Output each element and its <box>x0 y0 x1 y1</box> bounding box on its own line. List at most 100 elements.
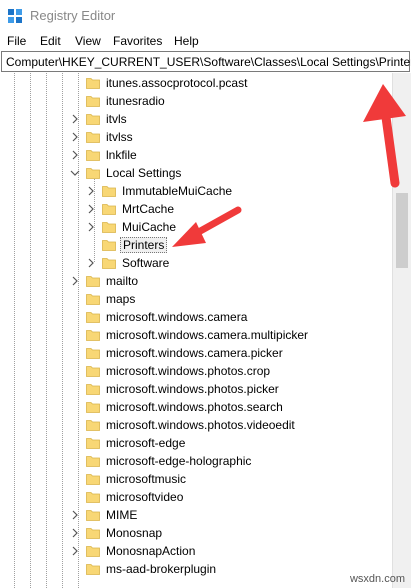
folder-icon <box>86 402 100 413</box>
folder-icon <box>86 546 100 557</box>
tree-item[interactable]: ImmutableMuiCache <box>86 182 392 200</box>
tree-item-label: Local Settings <box>106 166 182 180</box>
menu-bar: File Edit View Favorites Help <box>0 32 411 51</box>
chevron-right-icon[interactable] <box>70 510 80 520</box>
tree-item-label: microsoft.windows.camera.multipicker <box>106 328 309 342</box>
tree-item-label: microsoft.windows.photos.picker <box>106 382 279 396</box>
menu-file[interactable]: File <box>7 34 26 48</box>
folder-icon <box>86 474 100 485</box>
menu-edit[interactable]: Edit <box>40 34 61 48</box>
tree-item[interactable]: MIME <box>70 506 392 524</box>
folder-icon <box>102 222 116 233</box>
folder-icon <box>86 510 100 521</box>
tree-item[interactable]: itunes.assocprotocol.pcast <box>70 74 392 92</box>
folder-icon <box>86 384 100 395</box>
folder-icon <box>86 276 100 287</box>
tree-item[interactable]: microsoft.windows.camera <box>70 308 392 326</box>
tree-item-label: microsoftmusic <box>106 472 187 486</box>
folder-icon <box>86 528 100 539</box>
tree-item[interactable]: Software <box>86 254 392 272</box>
chevron-right-icon[interactable] <box>70 276 80 286</box>
tree-item[interactable]: microsoftmusic <box>70 470 392 488</box>
tree-item-label: microsoft.windows.photos.crop <box>106 364 271 378</box>
tree-item[interactable]: lnkfile <box>70 146 392 164</box>
chevron-right-icon[interactable] <box>70 546 80 556</box>
chevron-right-icon[interactable] <box>70 150 80 160</box>
tree-item-label: microsoft.windows.photos.videoedit <box>106 418 295 432</box>
tree-item-label: microsoft.windows.photos.search <box>106 400 283 414</box>
tree-item-label: itunesradio <box>106 94 165 108</box>
tree-item[interactable]: microsoftvideo <box>70 488 392 506</box>
chevron-right-icon[interactable] <box>70 132 80 142</box>
tree-item[interactable]: microsoft.windows.camera.multipicker <box>70 326 392 344</box>
tree-item-label: MuiCache <box>122 220 177 234</box>
chevron-right-icon[interactable] <box>70 114 80 124</box>
address-bar[interactable]: Computer\HKEY_CURRENT_USER\Software\Clas… <box>1 51 411 72</box>
tree-item[interactable]: itvls <box>70 110 392 128</box>
scroll-thumb[interactable] <box>396 193 408 268</box>
tree-item[interactable]: MrtCache <box>86 200 392 218</box>
menu-help[interactable]: Help <box>174 34 199 48</box>
chevron-right-icon[interactable] <box>70 528 80 538</box>
tree-item[interactable]: MonosnapAction <box>70 542 392 560</box>
folder-icon <box>86 294 100 305</box>
tree-item[interactable]: Monosnap <box>70 524 392 542</box>
registry-editor-icon <box>8 9 22 23</box>
tree-item-label: Software <box>122 256 170 270</box>
folder-icon <box>86 348 100 359</box>
folder-icon <box>86 132 100 143</box>
tree-item-label: maps <box>106 292 136 306</box>
folder-icon <box>86 564 100 575</box>
chevron-right-icon[interactable] <box>86 258 96 268</box>
folder-icon <box>86 312 100 323</box>
tree-guide-line <box>46 73 47 588</box>
chevron-right-icon[interactable] <box>86 186 96 196</box>
chevron-down-icon[interactable] <box>70 168 80 178</box>
tree-item[interactable]: maps <box>70 290 392 308</box>
tree-item[interactable]: microsoft.windows.camera.picker <box>70 344 392 362</box>
tree-item[interactable]: itvlss <box>70 128 392 146</box>
folder-icon <box>86 438 100 449</box>
tree-item-label: microsoft-edge-holographic <box>106 454 252 468</box>
chevron-right-icon[interactable] <box>86 222 96 232</box>
tree-item-label: Printers <box>120 237 168 253</box>
menu-view[interactable]: View <box>75 34 101 48</box>
tree-item[interactable]: microsoft.windows.photos.picker <box>70 380 392 398</box>
folder-icon <box>86 492 100 503</box>
tree-item-label: MIME <box>106 508 138 522</box>
folder-icon <box>86 168 100 179</box>
window-title: Registry Editor <box>30 8 116 23</box>
tree-item-label: microsoft-edge <box>106 436 186 450</box>
folder-icon <box>86 456 100 467</box>
tree-item[interactable]: ms-aad-brokerplugin <box>70 560 392 578</box>
vertical-scrollbar[interactable] <box>392 73 411 588</box>
registry-tree[interactable]: itunes.assocprotocol.pcast itunesradio itv… <box>0 73 392 588</box>
tree-item[interactable]: Printers <box>86 236 392 254</box>
tree-item-label: Monosnap <box>106 526 163 540</box>
tree-item[interactable]: microsoft-edge-holographic <box>70 452 392 470</box>
watermark: wsxdn.com <box>349 573 405 585</box>
tree-item-label: itvls <box>106 112 127 126</box>
folder-icon <box>102 204 116 215</box>
folder-icon <box>102 186 116 197</box>
tree-item-label: ImmutableMuiCache <box>122 184 233 198</box>
tree-item[interactable]: itunesradio <box>70 92 392 110</box>
folder-icon <box>102 240 116 251</box>
tree-item[interactable]: microsoft-edge <box>70 434 392 452</box>
tree-item[interactable]: mailto <box>70 272 392 290</box>
tree-item-label: MonosnapAction <box>106 544 196 558</box>
tree-item-label: microsoft.windows.camera <box>106 310 248 324</box>
tree-item[interactable]: microsoft.windows.photos.videoedit <box>70 416 392 434</box>
tree-item-label: lnkfile <box>106 148 137 162</box>
tree-item[interactable]: microsoft.windows.photos.search <box>70 398 392 416</box>
tree-guide-line <box>14 73 15 588</box>
folder-icon <box>86 330 100 341</box>
tree-item[interactable]: Local Settings <box>70 164 392 182</box>
address-path: Computer\HKEY_CURRENT_USER\Software\Clas… <box>6 55 411 69</box>
tree-item[interactable]: microsoft.windows.photos.crop <box>70 362 392 380</box>
tree-item[interactable]: MuiCache <box>86 218 392 236</box>
chevron-right-icon[interactable] <box>86 204 96 214</box>
folder-icon <box>86 96 100 107</box>
title-bar: Registry Editor <box>0 0 411 32</box>
menu-favorites[interactable]: Favorites <box>113 34 162 48</box>
